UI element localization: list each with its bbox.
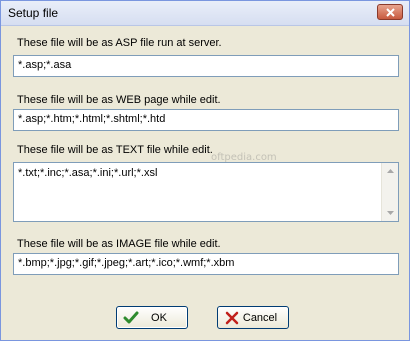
close-button[interactable] bbox=[377, 4, 403, 20]
text-files-label: These file will be as TEXT file while ed… bbox=[17, 144, 213, 156]
title-bar[interactable]: Setup file bbox=[1, 1, 409, 26]
scroll-down-button[interactable] bbox=[382, 205, 398, 221]
web-files-label: These file will be as WEB page while edi… bbox=[17, 94, 221, 106]
cancel-button-label: Cancel bbox=[242, 311, 278, 324]
text-files-textarea[interactable]: *.txt;*.inc;*.asa;*.ini;*.url;*.xsl bbox=[13, 162, 399, 222]
web-files-input[interactable]: *.asp;*.htm;*.html;*.shtml;*.htd bbox=[13, 109, 399, 131]
close-icon bbox=[386, 8, 395, 17]
window-title: Setup file bbox=[8, 6, 59, 20]
scroll-up-button[interactable] bbox=[382, 163, 398, 179]
scroll-down-arrow-icon bbox=[386, 211, 394, 215]
ok-button[interactable]: OK bbox=[116, 306, 188, 329]
asp-files-label: These file will be as ASP file run at se… bbox=[17, 37, 222, 49]
image-files-label: These file will be as IMAGE file while e… bbox=[17, 238, 221, 250]
image-files-input[interactable]: *.bmp;*.jpg;*.gif;*.jpeg;*.art;*.ico;*.w… bbox=[13, 253, 399, 275]
text-files-value: *.txt;*.inc;*.asa;*.ini;*.url;*.xsl bbox=[18, 167, 158, 179]
ok-button-label: OK bbox=[151, 311, 167, 324]
vertical-scrollbar[interactable] bbox=[381, 163, 398, 221]
scroll-up-arrow-icon bbox=[386, 169, 394, 173]
cancel-button[interactable]: Cancel bbox=[217, 306, 289, 329]
checkmark-icon bbox=[123, 311, 139, 324]
asp-files-input[interactable]: *.asp;*.asa bbox=[13, 55, 399, 77]
setup-file-dialog: Setup file These file will be as ASP fil… bbox=[0, 0, 410, 341]
x-cross-icon bbox=[225, 311, 239, 325]
